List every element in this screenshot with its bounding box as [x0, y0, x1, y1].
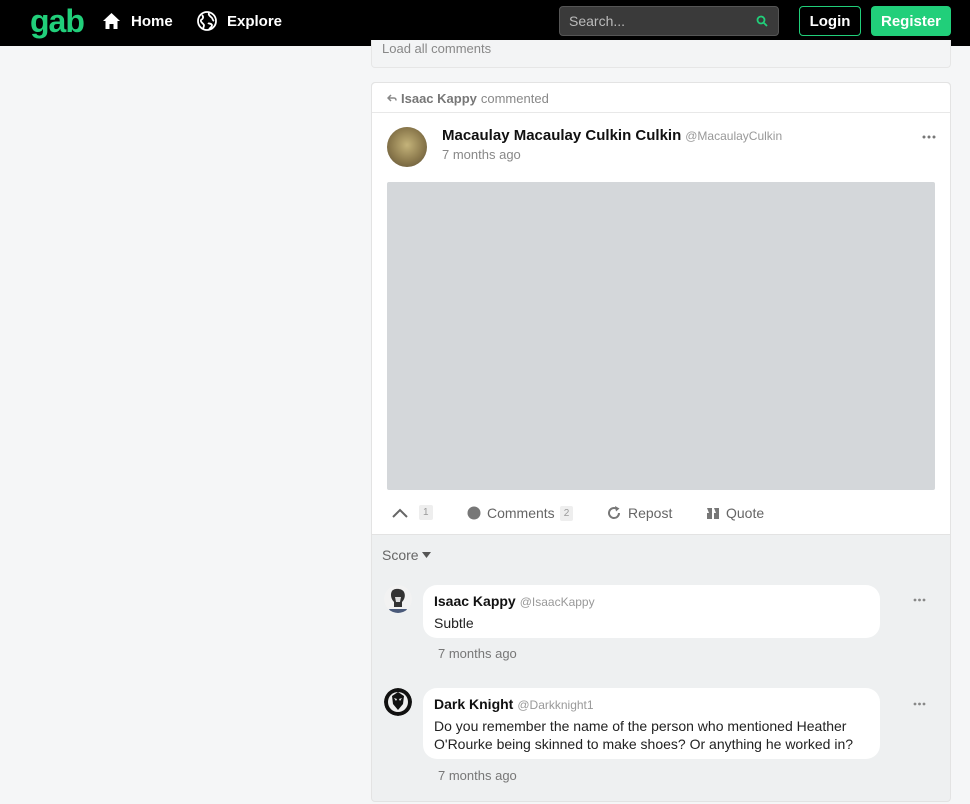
comment-bubble-icon [467, 506, 481, 520]
post-actions-bar: 1 Comments 2 Repost Quote [372, 503, 950, 527]
comment-bubble: Dark Knight @Darkknight1 Do you remember … [423, 688, 880, 759]
comment-author-row: Dark Knight @Darkknight1 [434, 696, 594, 712]
comment-author-name[interactable]: Dark Knight [434, 696, 513, 712]
post-body: Isaac Kappy commented Macaulay Macaulay … [372, 83, 950, 535]
login-button[interactable]: Login [799, 6, 861, 36]
author-avatar[interactable] [387, 127, 427, 167]
sort-label: Score [382, 547, 419, 563]
nav-home-label: Home [131, 12, 173, 30]
comments-count: 2 [559, 505, 574, 521]
quote-label: Quote [726, 505, 765, 521]
like-button[interactable]: 1 [392, 505, 433, 520]
nav-home[interactable]: Home [102, 10, 173, 32]
header-divider [372, 112, 950, 113]
comment-avatar[interactable] [384, 688, 412, 716]
comment-bubble: Isaac Kappy @IsaacKappy Subtle [423, 585, 880, 638]
post-image[interactable] [387, 182, 935, 490]
comment-author-handle[interactable]: @Darkknight1 [517, 698, 593, 712]
reply-arrow-icon [387, 94, 397, 102]
nav-explore-label: Explore [227, 12, 283, 30]
repost-button[interactable]: Repost [607, 505, 672, 521]
repost-label: Repost [628, 505, 673, 521]
comment-text: Subtle [434, 615, 474, 631]
post-card: Isaac Kappy commented Macaulay Macaulay … [371, 82, 951, 802]
comment-text-line-1: Do you remember the name of the person w… [434, 718, 847, 734]
nav-explore[interactable]: Explore [197, 10, 282, 32]
comment-timestamp[interactable]: 7 months ago [438, 768, 517, 783]
comment-avatar[interactable] [384, 585, 412, 613]
register-button[interactable]: Register [871, 6, 951, 36]
comment-text-line-2: O'Rourke being skinned to make shoes? Or… [434, 736, 854, 752]
load-all-comments-link[interactable]: Load all comments [382, 41, 491, 56]
sort-dropdown[interactable]: Score [382, 547, 431, 563]
comment-more-options-icon[interactable] [913, 702, 926, 706]
upvote-chevron-icon [392, 508, 408, 518]
commenter-name[interactable]: Isaac Kappy [401, 91, 477, 106]
author-name[interactable]: Macaulay Macaulay Culkin Culkin [442, 127, 681, 144]
comment-timestamp[interactable]: 7 months ago [438, 646, 517, 661]
comment-author-row: Isaac Kappy @IsaacKappy [434, 593, 595, 609]
previous-post-card: Load all comments [371, 40, 951, 68]
author-name-row: Macaulay Macaulay Culkin Culkin @Macaulay… [442, 127, 782, 144]
comments-button[interactable]: Comments 2 [467, 505, 574, 521]
post-timestamp[interactable]: 7 months ago [442, 147, 521, 162]
comment-more-options-icon[interactable] [913, 598, 926, 602]
quote-button[interactable]: Quote [706, 505, 764, 521]
search-box[interactable] [559, 6, 779, 36]
comments-label: Comments [487, 505, 555, 521]
search-icon[interactable] [756, 15, 768, 27]
search-input[interactable] [569, 7, 749, 35]
globe-icon [197, 11, 217, 31]
repost-icon [608, 506, 621, 519]
commented-label: commented [480, 91, 549, 106]
quote-icon [707, 507, 719, 519]
comment-author-name[interactable]: Isaac Kappy [434, 593, 516, 609]
author-handle[interactable]: @MacaulayCulkin [685, 129, 782, 143]
caret-down-icon [421, 552, 431, 558]
commented-header: Isaac Kappy commented [387, 91, 549, 106]
home-icon [103, 13, 120, 29]
gab-logo[interactable]: gab [30, 3, 85, 40]
like-count: 1 [419, 505, 433, 520]
more-options-icon[interactable] [922, 135, 936, 139]
comment-author-handle[interactable]: @IsaacKappy [520, 595, 595, 609]
